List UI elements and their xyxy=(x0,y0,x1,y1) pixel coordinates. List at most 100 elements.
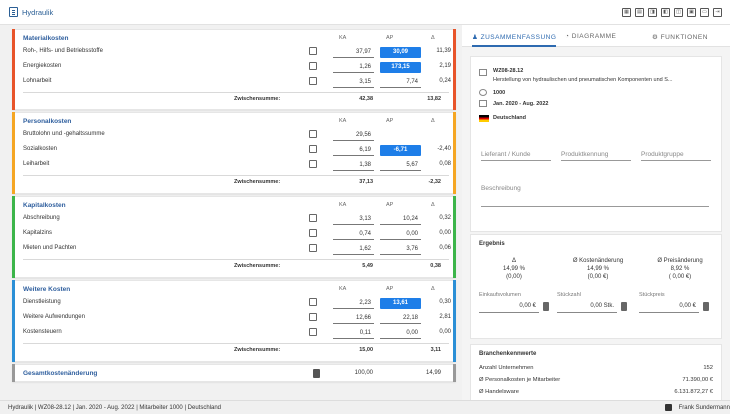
row-checkbox[interactable] xyxy=(309,313,317,321)
exit-icon[interactable]: ⇥ xyxy=(713,8,722,17)
section-stripe xyxy=(453,29,456,110)
ap-value[interactable]: 3,76 xyxy=(380,244,421,255)
row-checkbox[interactable] xyxy=(309,298,317,306)
col-ka: KA xyxy=(339,286,347,292)
delta-value: 0,08 xyxy=(439,161,451,167)
ka-value[interactable]: 1,38 xyxy=(333,160,374,171)
ka-value[interactable]: 29,56 xyxy=(333,130,374,141)
employee-count: 1000 xyxy=(493,90,506,96)
tab-zusammenfassung[interactable]: ♟ ZUSAMMENFASSUNG xyxy=(472,33,556,41)
active-tab-indicator xyxy=(472,45,556,47)
row-checkbox[interactable] xyxy=(309,328,317,336)
ap-value[interactable]: 0,00 xyxy=(380,229,421,240)
row-checkbox[interactable] xyxy=(309,214,317,222)
ka-value[interactable]: 6,19 xyxy=(333,145,374,156)
delta-value: 11,39 xyxy=(436,48,451,54)
image-icon[interactable]: ▣ xyxy=(687,8,696,17)
tab-bar: ♟ ZUSAMMENFASSUNG ◔ DIAGRAMME ⚙ FUNKTION… xyxy=(462,25,730,47)
summary-panel: ♟ ZUSAMMENFASSUNG ◔ DIAGRAMME ⚙ FUNKTION… xyxy=(462,25,730,404)
ka-value[interactable]: 0,11 xyxy=(333,328,374,339)
section-3: Kapitalkosten KA AP Δ Abschreibung 3,13 10,24 0… xyxy=(12,196,456,278)
ka-value[interactable]: 3,15 xyxy=(333,77,374,88)
product-id-input[interactable]: Produktkennung xyxy=(561,151,631,161)
total-delta: 14,99 xyxy=(425,370,441,376)
app-title: Hydraulik xyxy=(22,8,54,17)
people-icon xyxy=(479,89,487,96)
row-label: Energiekosten xyxy=(23,63,62,69)
ap-value[interactable]: 10,24 xyxy=(380,214,421,225)
row-checkbox[interactable] xyxy=(309,160,317,168)
row-label: Bruttolohn und -gehaltssumme xyxy=(23,131,105,137)
ap-value[interactable]: 0,00 xyxy=(380,328,421,339)
germany-flag-icon xyxy=(479,115,489,122)
row-checkbox[interactable] xyxy=(309,77,317,85)
delta-value: 0,24 xyxy=(439,78,451,84)
col-ap: AP xyxy=(386,286,394,292)
purchase-volume-input[interactable]: 0,00 € xyxy=(479,303,539,313)
ap-value[interactable]: 173,15 xyxy=(380,62,421,73)
col-ka: KA xyxy=(339,35,347,41)
tab-funktionen[interactable]: ⚙ FUNKTIONEN xyxy=(652,33,708,41)
paste-icon[interactable]: ◧ xyxy=(661,8,670,17)
print-icon[interactable]: ▭ xyxy=(700,8,709,17)
section-title: Personalkosten xyxy=(23,118,72,125)
export-icon[interactable]: ◫ xyxy=(674,8,683,17)
product-group-input[interactable]: Produktgruppe xyxy=(641,151,711,161)
cost-row: Energiekosten 1,26 173,15 2,19 xyxy=(23,61,451,74)
calculator-icon[interactable] xyxy=(621,302,627,311)
unit-price-input[interactable]: 0,00 € xyxy=(639,303,699,313)
calculator-icon[interactable] xyxy=(703,302,709,311)
sum-delta: 0,38 xyxy=(430,263,441,269)
col-ka: KA xyxy=(339,202,347,208)
ap-value[interactable]: 30,09 xyxy=(380,47,421,58)
cost-row: Kostensteuern 0,11 0,00 0,00 xyxy=(23,327,451,340)
delta-value: 0,00 xyxy=(439,230,451,236)
ap-value[interactable]: 22,18 xyxy=(380,313,421,324)
row-checkbox[interactable] xyxy=(309,62,317,70)
ka-value[interactable]: 37,97 xyxy=(333,47,374,58)
description-input[interactable]: Beschreibung xyxy=(481,185,709,207)
col-delta: Δ xyxy=(431,35,435,41)
ap-value[interactable]: 7,74 xyxy=(380,77,421,88)
ap-value[interactable]: 13,61 xyxy=(380,298,421,309)
period: Jan. 2020 - Aug. 2022 xyxy=(493,101,549,107)
ap-value[interactable]: 5,67 xyxy=(380,160,421,171)
row-checkbox[interactable] xyxy=(309,145,317,153)
supplier-input[interactable]: Lieferant / Kunde xyxy=(481,151,551,161)
ka-value[interactable]: 1,62 xyxy=(333,244,374,255)
calculator-icon[interactable]: ▦ xyxy=(622,8,631,17)
row-checkbox[interactable] xyxy=(309,244,317,252)
result-title: Ergebnis xyxy=(479,241,505,247)
delta-value: -2,40 xyxy=(437,146,451,152)
row-checkbox[interactable] xyxy=(309,229,317,237)
calendar-icon xyxy=(479,100,487,107)
delta-value: 0,00 xyxy=(439,329,451,335)
ka-value[interactable]: 12,66 xyxy=(333,313,374,324)
gear-icon: ⚙ xyxy=(652,34,659,41)
row-checkbox[interactable] xyxy=(309,130,317,138)
sum-label: Zwischensumme: xyxy=(234,96,281,102)
delta-value: 0,06 xyxy=(439,245,451,251)
ka-value[interactable]: 3,13 xyxy=(333,214,374,225)
quantity-input[interactable]: 0,00 Stk. xyxy=(557,303,617,313)
section-title: Materialkosten xyxy=(23,35,69,42)
row-checkbox[interactable] xyxy=(309,47,317,55)
ap-value[interactable]: -6,71 xyxy=(380,145,421,156)
ap-value[interactable] xyxy=(380,130,421,141)
col-delta: Δ xyxy=(431,286,435,292)
tab-diagramme[interactable]: ◔ DIAGRAMME xyxy=(565,33,616,40)
section-stripe xyxy=(453,364,456,382)
calculator-icon[interactable] xyxy=(313,369,320,378)
ka-value[interactable]: 1,26 xyxy=(333,62,374,73)
cost-row: Roh-, Hilfs- und Betriebsstoffe 37,97 30,0… xyxy=(23,46,451,59)
section-4: Weitere Kosten KA AP Δ Dienstleistung 2,23 13,… xyxy=(12,280,456,362)
ka-value[interactable]: 0,74 xyxy=(333,229,374,240)
section-stripe xyxy=(453,112,456,194)
calculator-icon[interactable] xyxy=(543,302,549,311)
ka-value[interactable]: 2,23 xyxy=(333,298,374,309)
section-stripe xyxy=(12,280,15,362)
sum-delta: 13,82 xyxy=(427,96,441,102)
grid-icon[interactable]: ▤ xyxy=(635,8,644,17)
user-name[interactable]: Frank Sundermann xyxy=(679,405,730,411)
copy-icon[interactable]: ◨ xyxy=(648,8,657,17)
